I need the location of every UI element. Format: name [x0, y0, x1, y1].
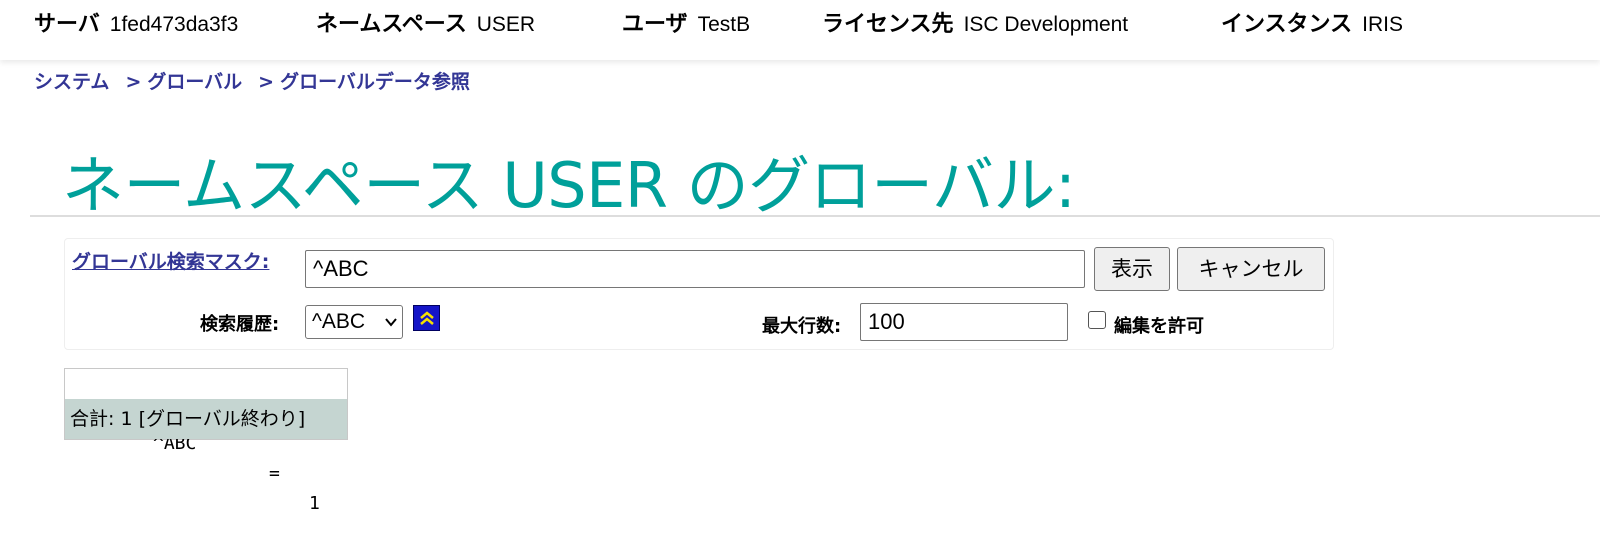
license-value: ISC Development [963, 13, 1129, 36]
namespace-value: USER [476, 13, 536, 36]
instance-label: インスタンス [1221, 12, 1353, 37]
max-rows-input[interactable] [860, 303, 1068, 341]
breadcrumb-global-data-view[interactable]: グローバルデータ参照 [280, 71, 470, 93]
table-row[interactable]: 1: ^ABC = 1 [65, 369, 347, 514]
user-label: ユーザ [622, 12, 688, 37]
instance-value: IRIS [1362, 13, 1403, 36]
user-info: ユーザ TestB [622, 6, 750, 38]
license-info: ライセンス先 ISC Development [822, 6, 1128, 38]
global-value: 1 [309, 493, 320, 514]
breadcrumb-separator: > [258, 71, 275, 93]
double-chevron-up-icon[interactable] [413, 305, 440, 331]
instance-info: インスタンス IRIS [1221, 6, 1403, 38]
server-info: サーバ 1fed473da3f3 [34, 6, 238, 38]
server-label: サーバ [34, 12, 100, 37]
global-results-table: 1: ^ABC = 1 合計: 1 [グローバル終わり] [64, 368, 348, 514]
equals-sign: = [269, 463, 280, 484]
user-value: TestB [697, 13, 751, 36]
cancel-button[interactable]: キャンセル [1177, 247, 1325, 291]
title-divider [30, 215, 1600, 217]
breadcrumb-system[interactable]: システム [34, 71, 109, 93]
page-title: ネームスペース USER のグローバル: [62, 149, 1076, 222]
namespace-info: ネームスペース USER [316, 6, 535, 38]
server-value: 1fed473da3f3 [109, 13, 239, 36]
search-history-selected: ^ABC [312, 310, 366, 333]
search-history-label: 検索履歴: [200, 314, 280, 335]
global-search-mask-input[interactable] [305, 250, 1085, 288]
allow-edit-label: 編集を許可 [1114, 316, 1204, 337]
search-history-select[interactable]: ^ABC [305, 305, 403, 339]
global-search-mask-link[interactable]: グローバル検索マスク: [72, 247, 269, 274]
license-label: ライセンス先 [822, 12, 954, 37]
namespace-label: ネームスペース [316, 12, 467, 37]
results-total-footer: 合計: 1 [グローバル終わり] [65, 399, 347, 439]
breadcrumb: システム > グローバル > グローバルデータ参照 [34, 67, 470, 94]
top-info-bar: サーバ 1fed473da3f3 ネームスペース USER ユーザ TestB ライセ… [0, 0, 1600, 60]
breadcrumb-separator: > [125, 71, 142, 93]
breadcrumb-globals[interactable]: グローバル [147, 71, 242, 93]
allow-edit-checkbox[interactable] [1088, 311, 1106, 329]
show-button[interactable]: 表示 [1094, 247, 1170, 291]
max-rows-label: 最大行数: [762, 316, 842, 337]
chevron-down-icon [384, 306, 398, 349]
